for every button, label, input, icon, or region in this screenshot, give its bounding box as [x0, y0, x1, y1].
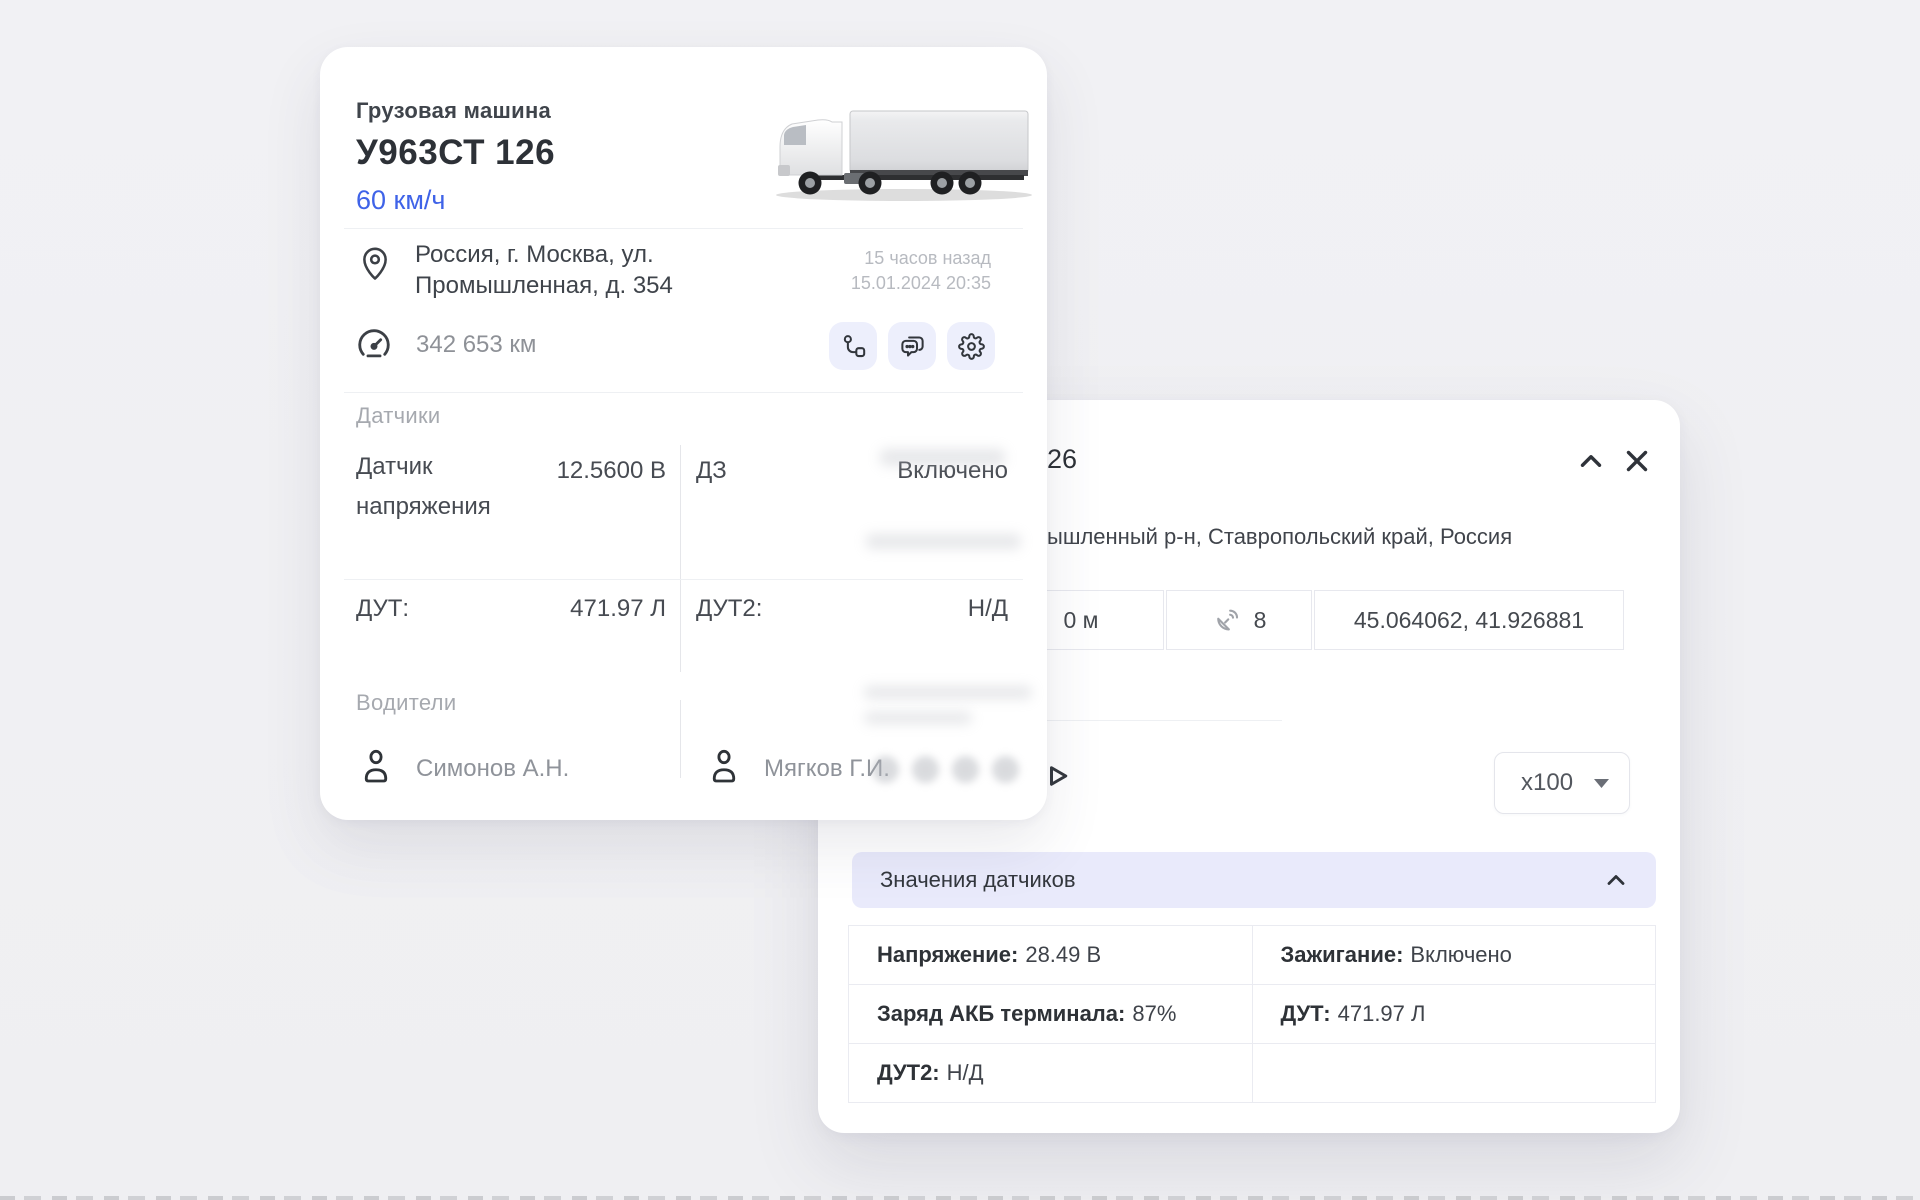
table-row: ДУТ2:Н/Д [849, 1044, 1656, 1103]
satellites-chip: 8 [1166, 590, 1312, 650]
table-cell-fuel2: ДУТ2:Н/Д [849, 1044, 1253, 1103]
vehicle-card: Грузовая машина У963СТ 126 60 км/ч [320, 47, 1047, 820]
last-update: 15 часов назад 15.01.2024 20:35 [851, 246, 991, 296]
sensor-value: Включено [897, 457, 1008, 485]
truck-image [766, 107, 1046, 203]
collapse-button[interactable] [1574, 444, 1608, 478]
speedometer-icon [355, 325, 393, 363]
location-pin-icon [358, 243, 392, 283]
sensors-grid-divider [344, 579, 1023, 580]
chat-icon [899, 333, 926, 360]
table-row: Напряжение:28.49 В Зажигание:Включено [849, 926, 1656, 985]
table-cell-battery: Заряд АКБ терминала:87% [849, 985, 1253, 1044]
popup-title-partial: 26 [1047, 444, 1077, 475]
driver-name: Мягков Г.И. [764, 755, 890, 783]
sensor-value: 471.97 Л [570, 595, 666, 623]
vehicle-address: Россия, г. Москва, ул. Промышленная, д. … [415, 239, 673, 301]
route-button[interactable] [829, 322, 877, 370]
person-icon [706, 745, 742, 787]
sensor-values-title: Значения датчиков [880, 867, 1076, 893]
sensor-label: ДУТ: [356, 595, 409, 623]
last-update-datetime: 15.01.2024 20:35 [851, 271, 991, 296]
sensor-label: Датчик напряжения [356, 447, 516, 527]
altitude-value: 0 м [1064, 607, 1099, 634]
page: 26 ышленный р-н, Ставропольский край, Ро… [0, 0, 1920, 1200]
person-icon [358, 745, 394, 787]
playback-speed-select[interactable]: x100 [1494, 752, 1630, 814]
sensor-label: ДУТ2: [696, 595, 762, 623]
playback-speed-value: x100 [1521, 769, 1573, 797]
route-icon [840, 333, 867, 360]
card-divider [344, 228, 1023, 229]
vehicle-type-label: Грузовая машина [356, 98, 551, 124]
table-cell-ignition: Зажигание:Включено [1252, 926, 1656, 985]
settings-button[interactable] [947, 322, 995, 370]
table-row: Заряд АКБ терминала:87% ДУТ:471.97 Л [849, 985, 1656, 1044]
sensors-grid-divider [680, 445, 681, 672]
satellites-count: 8 [1254, 607, 1267, 634]
drivers-divider [680, 700, 681, 778]
close-button[interactable] [1620, 444, 1654, 478]
coordinates-chip: 45.064062, 41.926881 [1314, 590, 1624, 650]
table-cell-voltage: Напряжение:28.49 В [849, 926, 1253, 985]
chevron-up-icon [1602, 866, 1630, 894]
sensors-section-title: Датчики [356, 403, 441, 429]
dropdown-caret-icon [1594, 779, 1609, 788]
popup-address: ышленный р-н, Ставропольский край, Росси… [1047, 524, 1512, 550]
sensor-value: Н/Д [968, 595, 1008, 623]
sensor-label: ДЗ [696, 457, 727, 485]
sensor-value: 12.5600 В [557, 457, 666, 485]
drivers-section-title: Водители [356, 690, 456, 716]
gear-icon [958, 333, 985, 360]
card-divider [344, 392, 1023, 393]
satellite-icon [1212, 605, 1242, 635]
sensor-values-table: Напряжение:28.49 В Зажигание:Включено За… [848, 925, 1656, 1103]
odometer-value: 342 653 км [416, 331, 536, 359]
coordinates-value: 45.064062, 41.926881 [1354, 607, 1584, 634]
sensor-values-header[interactable]: Значения датчиков [852, 852, 1656, 908]
driver-name: Симонов А.Н. [416, 755, 569, 783]
chat-button[interactable] [888, 322, 936, 370]
table-cell-empty [1252, 1044, 1656, 1103]
vehicle-plate: У963СТ 126 [356, 133, 555, 173]
vehicle-speed: 60 км/ч [356, 185, 445, 216]
last-update-relative: 15 часов назад [851, 246, 991, 271]
chevron-up-icon [1574, 444, 1608, 478]
bottom-cutoff-content [0, 1196, 1920, 1200]
close-icon [1620, 444, 1654, 478]
table-cell-fuel1: ДУТ:471.97 Л [1252, 985, 1656, 1044]
